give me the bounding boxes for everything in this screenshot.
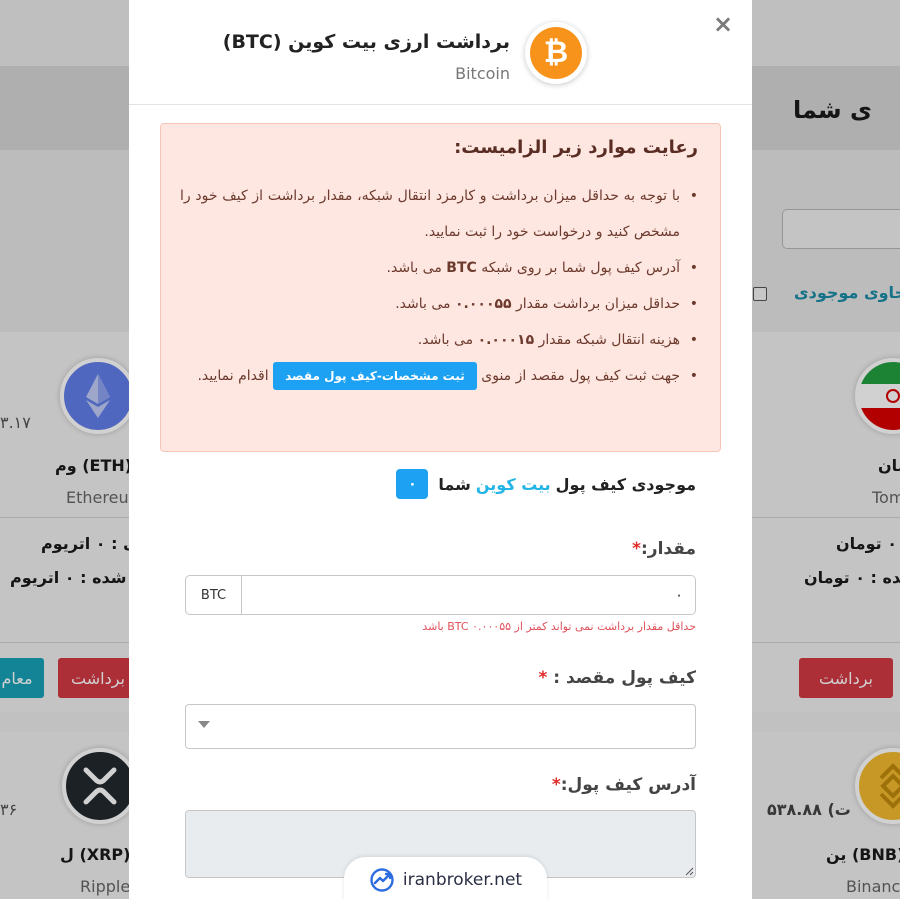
amount-field: BTC [185,575,696,615]
destination-wallet-select[interactable] [185,704,696,749]
watermark-text: iranbroker.net [402,870,523,890]
wallet-address-label: آدرس کیف پول:* [551,775,696,795]
network-name: BTC [446,260,477,276]
bitcoin-symbol: ₿ [530,27,582,79]
balance-badge: ۰ [396,469,429,499]
close-icon[interactable]: × [713,10,733,38]
amount-hint: حداقل مقدار برداشت نمی تواند کمتر از ۰.۰… [422,620,696,633]
network-fee-value: ۰.۰۰۰۱۵ [477,332,535,348]
modal-title: برداشت ارزی بیت کوین (BTC) [222,31,510,53]
withdraw-modal: × ₿ برداشت ارزی بیت کوین (BTC) Bitcoin ر… [129,0,752,899]
notice-item: هزینه انتقال شبکه مقدار ۰.۰۰۰۱۵ می باشد. [180,322,698,358]
wallet-balance-row: موجودی کیف پول بیت کوین شما ۰ [396,469,696,499]
amount-unit: BTC [186,576,242,614]
coin-name-highlight: بیت کوین [475,474,551,494]
notice-item: با توجه به حداقل میزان برداشت و کارمزد ا… [180,178,698,250]
modal-subtitle: Bitcoin [455,64,510,83]
notice-list: با توجه به حداقل میزان برداشت و کارمزد ا… [180,178,698,394]
destination-wallet-menu-button[interactable]: ثبت مشخصات-کیف پول مقصد [273,362,477,390]
bitcoin-logo-icon: ₿ [525,22,587,84]
notice-item: حداقل میزان برداشت مقدار ۰.۰۰۰۵۵ می باشد… [180,286,698,322]
notice-heading: رعایت موارد زیر الزامیست: [454,137,698,158]
chevron-down-icon [198,721,210,728]
resize-grip-icon[interactable] [684,866,694,876]
amount-input[interactable] [242,576,695,614]
watermark: iranbroker.net [344,857,547,899]
min-withdraw-value: ۰.۰۰۰۵۵ [454,296,512,312]
modal-header: × ₿ برداشت ارزی بیت کوین (BTC) Bitcoin [129,0,752,105]
destination-wallet-label: کیف پول مقصد : * [538,668,696,688]
trend-logo-icon [370,868,394,892]
notice-item: آدرس کیف پول شما بر روی شبکه BTC می باشد… [180,250,698,286]
notice-item: جهت ثبت کیف پول مقصد از منوی ثبت مشخصات-… [180,358,698,394]
requirements-notice: رعایت موارد زیر الزامیست: با توجه به حدا… [160,123,721,452]
amount-label: مقدار:* [632,539,696,559]
